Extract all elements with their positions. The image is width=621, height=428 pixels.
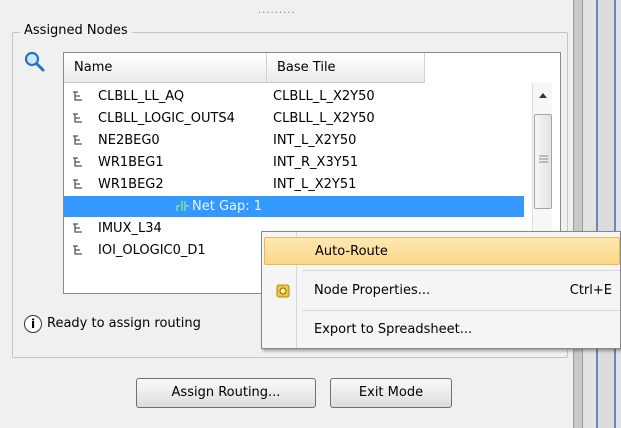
adjacent-panel-strip <box>583 0 621 428</box>
info-icon: i <box>24 314 42 333</box>
base-tile: INT_L_X2Y50 <box>273 133 357 148</box>
node-name: WR1BEG2 <box>98 177 164 192</box>
base-tile: CLBLL_L_X2Y50 <box>273 111 375 126</box>
grip-lines-icon <box>539 155 548 163</box>
table-row[interactable]: WR1BEG1 INT_R_X3Y51 <box>64 152 524 173</box>
assigned-nodes-title: Assigned Nodes <box>20 23 132 38</box>
status-text: Ready to assign routing <box>47 316 201 331</box>
node-name: IOI_OLOGIC0_D1 <box>98 243 206 258</box>
menu-item-export-spreadsheet[interactable]: Export to Spreadsheet... <box>264 316 620 344</box>
node-icon <box>73 223 82 233</box>
assign-routing-button[interactable]: Assign Routing... <box>136 378 316 408</box>
panel-resize-grip[interactable]: ......... <box>258 6 322 16</box>
status-message: i Ready to assign routing <box>24 312 201 336</box>
scroll-up-arrow-icon[interactable] <box>538 91 548 99</box>
net-gap-label: Net Gap: 1 <box>192 199 263 214</box>
node-name: IMUX_L34 <box>98 221 162 236</box>
base-tile: CLBLL_L_X2Y50 <box>273 89 375 104</box>
menu-item-node-properties[interactable]: Node Properties... Ctrl+E <box>264 277 620 305</box>
menu-item-label: Export to Spreadsheet... <box>314 322 473 337</box>
column-header-name[interactable]: Name <box>64 53 267 83</box>
node-icon <box>73 157 82 167</box>
menu-item-auto-route[interactable]: Auto-Route <box>264 237 620 265</box>
panel-splitter[interactable] <box>573 0 583 428</box>
table-row-net-gap[interactable]: Net Gap: 1 <box>64 196 524 217</box>
routing-assignment-panel: ......... Assigned Nodes Name Base Tile … <box>0 0 573 428</box>
node-icon <box>73 91 82 101</box>
node-icon <box>73 245 82 255</box>
node-name: CLBLL_LL_AQ <box>98 89 185 104</box>
menu-item-shortcut: Ctrl+E <box>569 283 612 298</box>
node-icon <box>73 135 82 145</box>
node-icon <box>73 179 82 189</box>
table-row[interactable]: WR1BEG2 INT_L_X2Y51 <box>64 174 524 195</box>
table-row[interactable]: CLBLL_LOGIC_OUTS4 CLBLL_L_X2Y50 <box>64 108 524 129</box>
table-row[interactable]: CLBLL_LL_AQ CLBLL_L_X2Y50 <box>64 86 524 107</box>
context-menu: Auto-Route Node Properties... Ctrl+E Exp… <box>261 231 621 349</box>
table-row[interactable]: NE2BEG0 INT_L_X2Y50 <box>64 130 524 151</box>
menu-item-label: Auto-Route <box>315 244 388 259</box>
column-header-base-tile[interactable]: Base Tile <box>267 53 425 83</box>
menu-separator <box>302 310 620 311</box>
menu-separator <box>302 270 620 271</box>
node-name: WR1BEG1 <box>98 155 164 170</box>
base-tile: INT_L_X2Y51 <box>273 177 357 192</box>
node-name: NE2BEG0 <box>98 133 160 148</box>
menu-item-label: Node Properties... <box>314 283 431 298</box>
adjacent-panel-border <box>596 0 616 428</box>
net-gap-icon <box>176 201 189 211</box>
node-icon <box>73 113 82 123</box>
search-icon[interactable] <box>22 50 48 74</box>
base-tile: INT_R_X3Y51 <box>273 155 359 170</box>
scrollbar-thumb[interactable] <box>534 114 552 209</box>
properties-icon <box>276 284 290 298</box>
node-name: CLBLL_LOGIC_OUTS4 <box>98 111 235 126</box>
exit-mode-button[interactable]: Exit Mode <box>330 378 452 408</box>
